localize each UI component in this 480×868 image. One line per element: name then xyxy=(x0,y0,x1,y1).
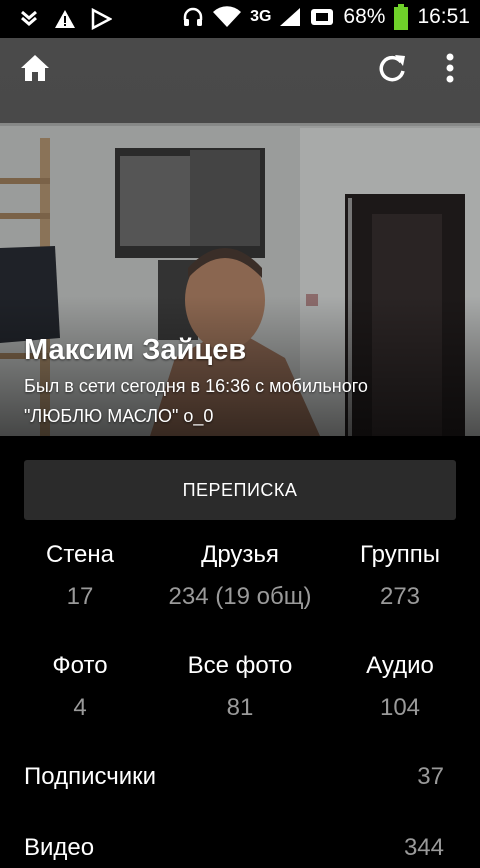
stat-label: Группы xyxy=(360,541,440,568)
status-bar: 3G 68% 16:51 xyxy=(0,0,480,38)
stat-label: Все фото xyxy=(187,652,293,679)
status-left-icons xyxy=(18,8,112,30)
more-vert-icon xyxy=(446,53,454,83)
stat-value: 17 xyxy=(66,583,94,610)
wifi-icon xyxy=(213,6,242,27)
stat-label: Друзья xyxy=(201,541,279,568)
home-button[interactable] xyxy=(17,50,53,86)
network-type: 3G xyxy=(250,8,272,25)
stat-label: Стена xyxy=(45,541,114,568)
list-item-value: 37 xyxy=(417,763,444,790)
profile-bio: "ЛЮБЛЮ МАСЛО" o_0 xyxy=(24,406,214,426)
headphones-icon xyxy=(183,7,203,26)
list-item-label: Подписчики xyxy=(24,763,157,790)
battery-icon xyxy=(394,4,409,30)
list-item-label: Видео xyxy=(24,834,95,861)
profile-header: Максим Зайцев Был в сети сегодня в 16:36… xyxy=(0,38,480,436)
play-store-icon xyxy=(91,8,112,30)
list-item-videos[interactable]: Видео 344 xyxy=(24,834,444,868)
stat-value: 273 xyxy=(379,583,421,610)
online-status: Был в сети сегодня в 16:36 с мобильного xyxy=(24,376,368,396)
refresh-icon xyxy=(379,55,405,82)
more-options-button[interactable] xyxy=(432,50,468,86)
profile-name: Максим Зайцев xyxy=(24,334,247,366)
signal-icon xyxy=(280,8,301,26)
stat-wall[interactable]: Стена 17 xyxy=(20,541,140,611)
warning-icon xyxy=(55,10,75,28)
stat-value: 4 xyxy=(73,694,87,721)
list-item-followers[interactable]: Подписчики 37 xyxy=(24,763,444,797)
list-item-value: 344 xyxy=(403,834,444,861)
stat-photos[interactable]: Фото 4 xyxy=(20,652,140,722)
stat-value: 234 (19 общ) xyxy=(168,583,312,610)
stat-value: 81 xyxy=(226,694,254,721)
refresh-button[interactable] xyxy=(374,50,410,86)
status-right-icons: 3G 68% 16:51 xyxy=(182,4,470,30)
stat-friends[interactable]: Друзья 234 (19 общ) xyxy=(140,541,340,611)
battery-percent: 68% xyxy=(343,5,386,28)
stat-all-photos[interactable]: Все фото 81 xyxy=(140,652,340,722)
home-icon xyxy=(21,55,49,81)
stat-value: 104 xyxy=(379,694,421,721)
stat-audio[interactable]: Аудио 104 xyxy=(340,652,460,722)
stat-groups[interactable]: Группы 273 xyxy=(340,541,460,611)
stat-label: Фото xyxy=(52,652,108,679)
messages-button[interactable]: ПЕРЕПИСКА xyxy=(24,460,456,520)
clock: 16:51 xyxy=(417,5,470,28)
notification-download-icon xyxy=(21,10,37,26)
stat-label: Аудио xyxy=(366,652,434,679)
sim-icon xyxy=(311,9,334,25)
